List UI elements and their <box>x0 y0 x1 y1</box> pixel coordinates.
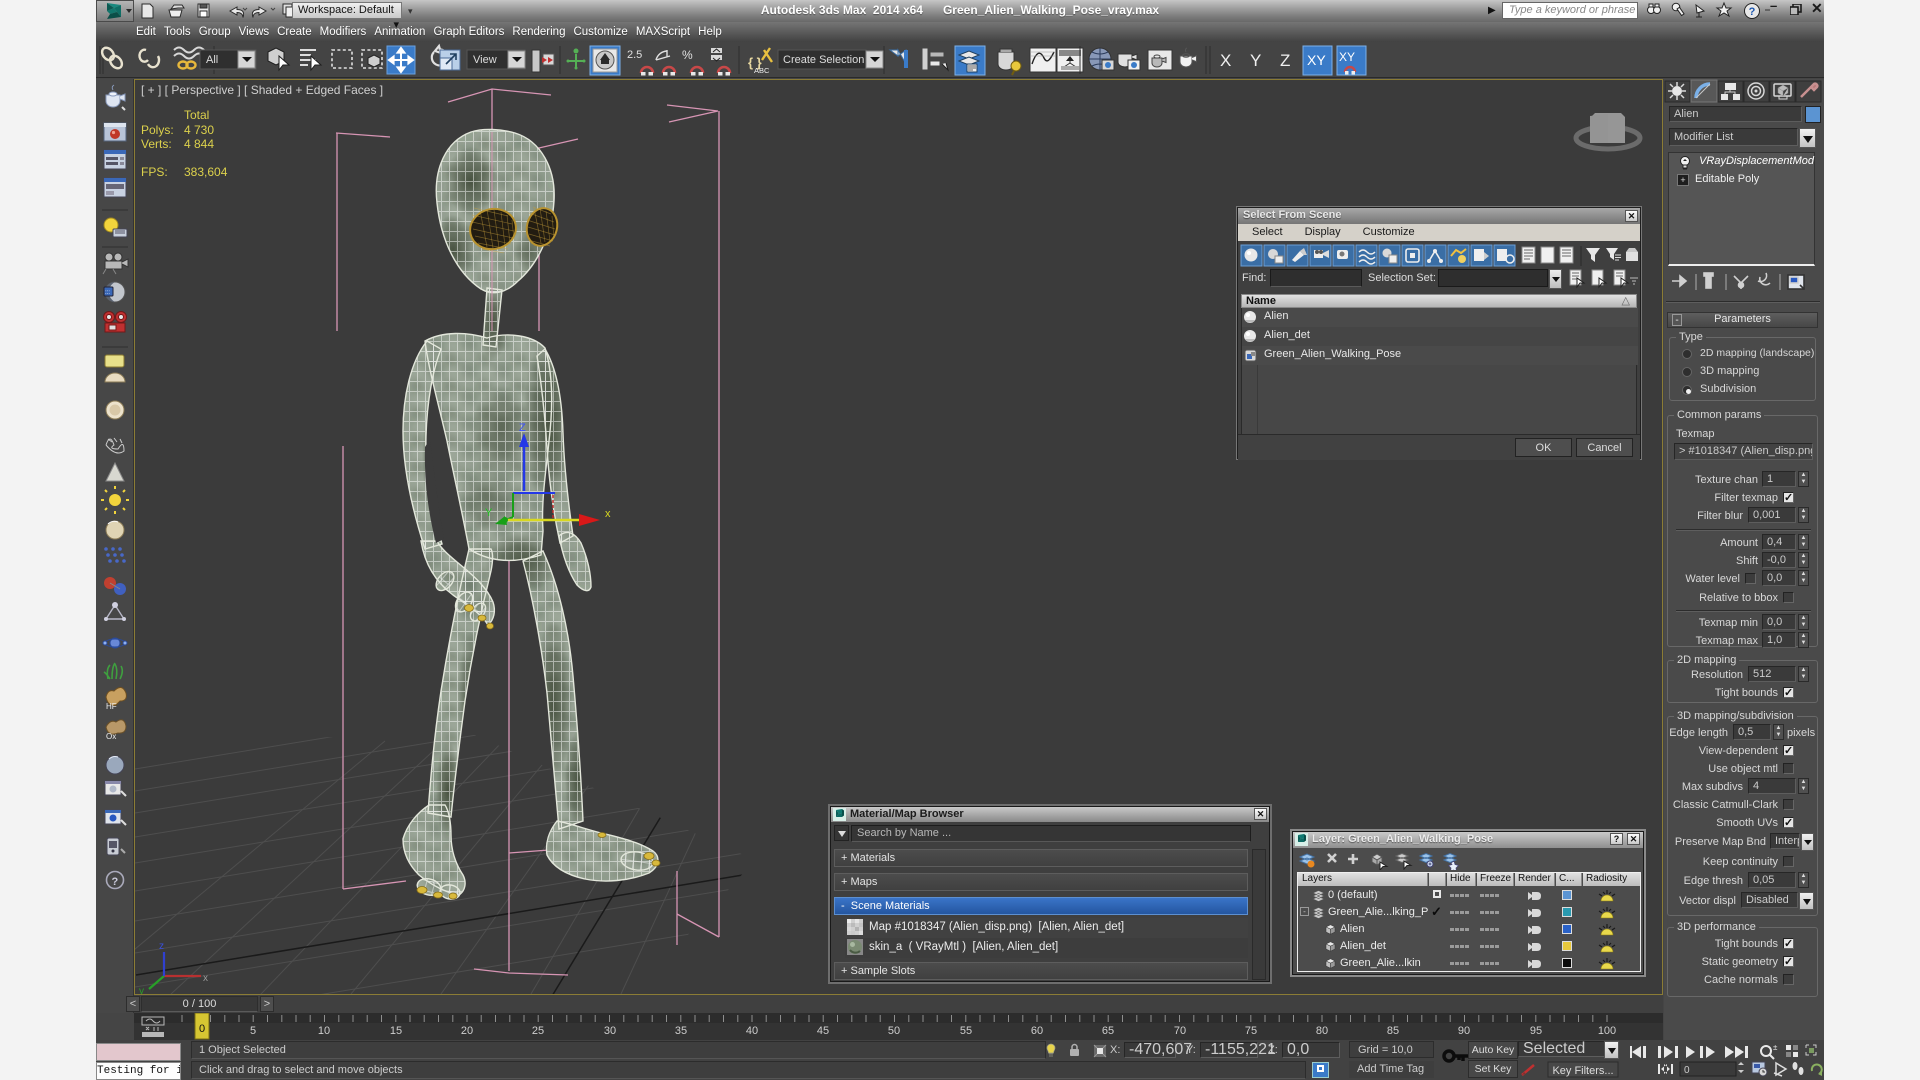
svg-text:95: 95 <box>1530 1025 1542 1037</box>
svg-text:x: x <box>605 508 611 520</box>
svg-text:±: ± <box>1773 1043 1778 1052</box>
svg-text:15: 15 <box>390 1025 402 1037</box>
svg-text:Ox: Ox <box>106 732 116 741</box>
svg-text:25: 25 <box>532 1025 544 1037</box>
svg-text:X: X <box>1220 51 1231 70</box>
svg-text:x: x <box>203 973 208 984</box>
svg-text:45: 45 <box>817 1025 829 1037</box>
svg-text:40: 40 <box>746 1025 758 1037</box>
svg-text::::: ::: <box>105 290 110 296</box>
svg-text:100: 100 <box>1598 1025 1616 1037</box>
svg-text:10: 10 <box>318 1025 330 1037</box>
svg-text:90: 90 <box>1458 1025 1470 1037</box>
svg-text:60: 60 <box>1031 1025 1043 1037</box>
svg-text:XY: XY <box>1307 52 1326 68</box>
svg-text:%: % <box>682 48 693 62</box>
svg-text:Verts:: Verts: <box>141 137 172 151</box>
svg-text:80: 80 <box>1316 1025 1328 1037</box>
svg-text:0: 0 <box>1684 1065 1690 1076</box>
svg-text:Y: Y <box>485 507 493 519</box>
svg-text:50: 50 <box>888 1025 900 1037</box>
svg-text:65: 65 <box>1102 1025 1114 1037</box>
svg-text:383,604: 383,604 <box>184 165 228 179</box>
svg-text:[ + ] [ Perspective ] [ Shaded: [ + ] [ Perspective ] [ Shaded + Edged F… <box>141 83 383 97</box>
svg-text:Y: Y <box>1250 51 1261 70</box>
svg-text:y: y <box>139 986 144 994</box>
svg-text:30: 30 <box>604 1025 616 1037</box>
svg-text:?: ? <box>112 876 119 888</box>
svg-text:FPS:: FPS: <box>141 165 168 179</box>
svg-text:HF: HF <box>106 702 117 711</box>
svg-text:20: 20 <box>461 1025 473 1037</box>
svg-text:4 730: 4 730 <box>184 123 214 137</box>
svg-text:0: 0 <box>199 1023 205 1035</box>
svg-text:?: ? <box>1749 6 1756 18</box>
svg-text:ABC: ABC <box>754 66 770 75</box>
svg-text:2.5: 2.5 <box>627 49 642 61</box>
svg-text:Total: Total <box>184 108 209 122</box>
svg-text:Z: Z <box>519 422 526 434</box>
svg-text:All: All <box>206 54 218 66</box>
svg-text:70: 70 <box>1174 1025 1186 1037</box>
svg-text:4 844: 4 844 <box>184 137 214 151</box>
svg-text:View: View <box>473 54 497 66</box>
svg-text:85: 85 <box>1387 1025 1399 1037</box>
svg-text:5: 5 <box>250 1025 256 1037</box>
svg-text:z: z <box>159 941 164 952</box>
svg-text:35: 35 <box>675 1025 687 1037</box>
svg-text:Key Filters...: Key Filters... <box>1552 1065 1613 1077</box>
svg-text:XY: XY <box>1339 50 1355 64</box>
svg-text:Z: Z <box>1280 51 1290 70</box>
svg-text:55: 55 <box>960 1025 972 1037</box>
svg-text:Polys:: Polys: <box>141 123 174 137</box>
svg-text:75: 75 <box>1245 1025 1257 1037</box>
